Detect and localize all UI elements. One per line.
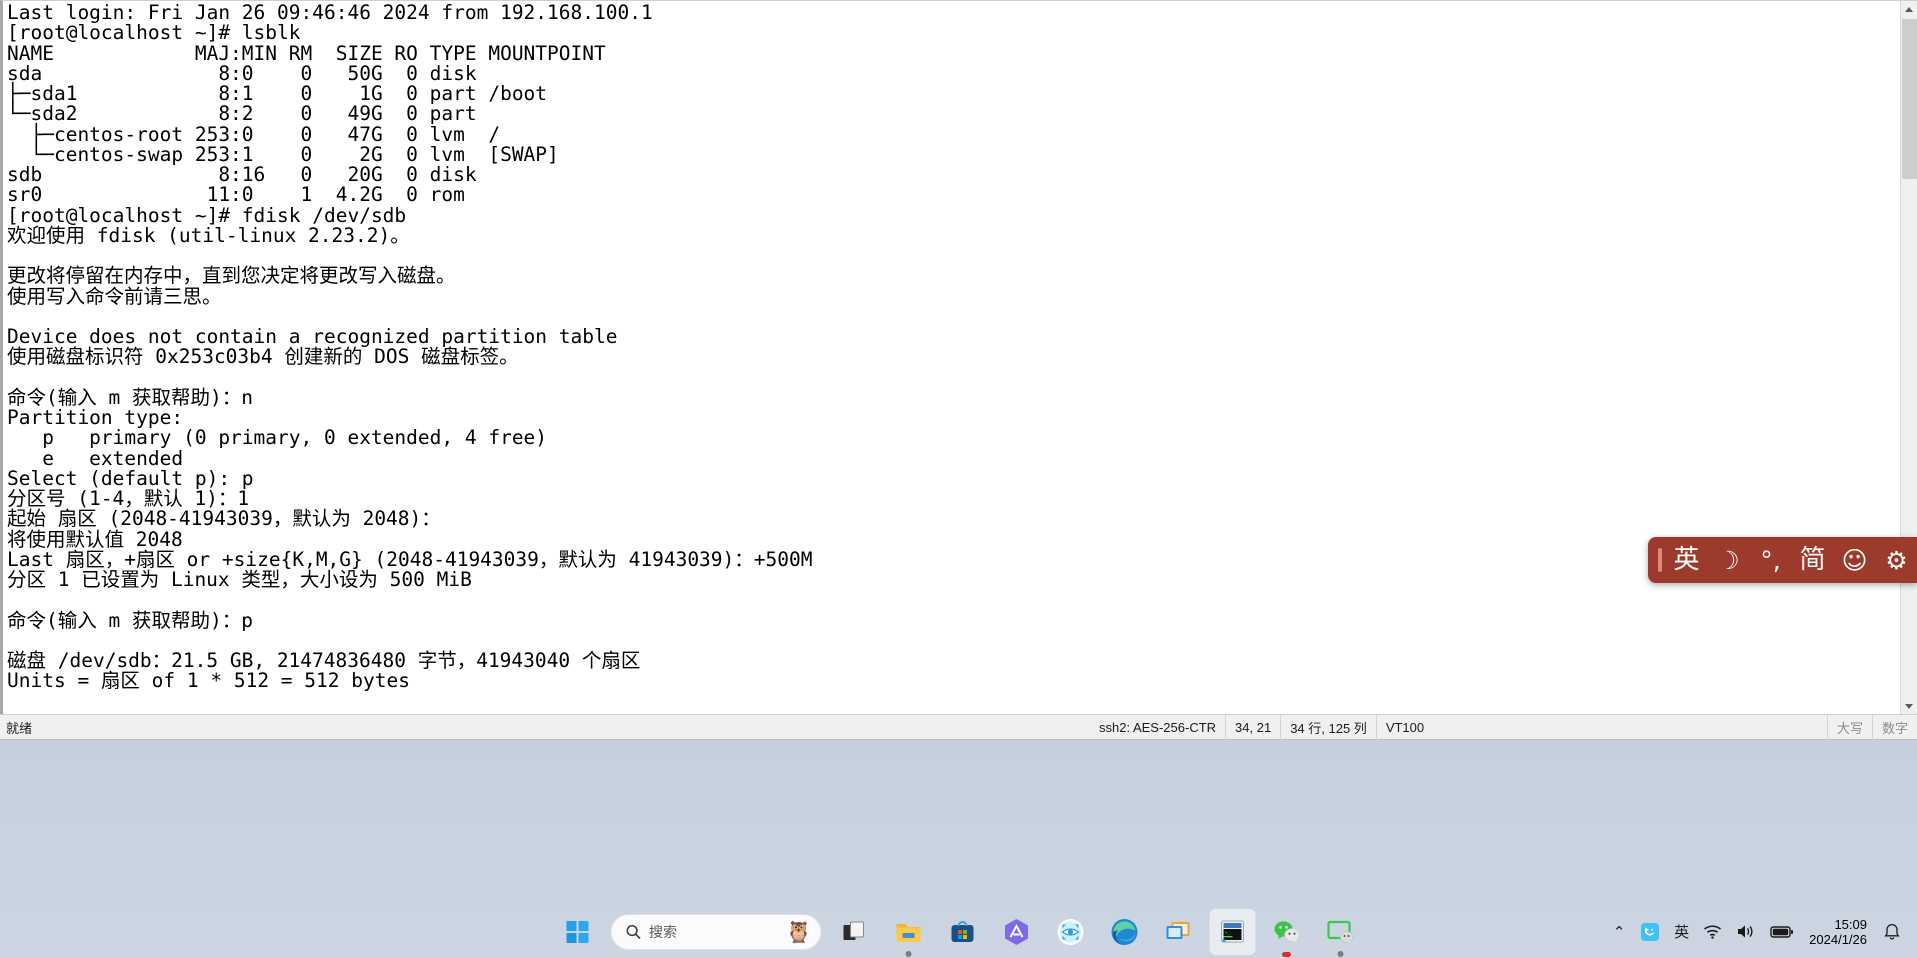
tray-wifi-icon[interactable] — [1696, 913, 1729, 951]
status-caps-lock: 大写 — [1826, 714, 1872, 740]
terminal-line: Select (default p): p — [7, 466, 254, 490]
ime-punctuation-icon[interactable]: °, — [1758, 545, 1783, 575]
terminal-line: Last 扇区，+扇区 or +size{K,M,G} (2048-419430… — [7, 547, 813, 571]
system-tray: ⌃ 英 15:09 2024/1/26 — [1605, 905, 1907, 958]
notification-bell-icon[interactable] — [1877, 913, 1907, 951]
file-explorer-icon[interactable] — [885, 909, 931, 957]
search-icon — [626, 924, 641, 939]
terminal-line: NAME MAJ:MIN RM SIZE RO TYPE MOUNTPOINT — [7, 41, 606, 65]
ime-moon-mode-icon[interactable]: ☽ — [1716, 545, 1741, 575]
xshell-terminal-icon[interactable]: >_ — [1209, 908, 1255, 955]
terminal-line: e extended — [7, 446, 184, 470]
status-ready-text: 就绪 — [6, 720, 33, 736]
ime-settings-gear-icon[interactable]: ⚙ — [1884, 545, 1909, 575]
terminal-line: 分区 1 已设置为 Linux 类型，大小设为 500 MiB — [7, 568, 472, 591]
status-cursor-position: 34, 21 — [1225, 714, 1280, 740]
status-right-group: 大写 数字 — [1826, 714, 1917, 740]
eye-scan-icon[interactable] — [1047, 909, 1093, 955]
taskbar-strip: 搜索 🦉 >_ ⌃ 英 15:09 2024/1/26 — [0, 905, 1917, 958]
clock-time: 15:09 — [1834, 916, 1867, 932]
terminal-line: └─sda2 8:2 0 49G 0 part — [7, 102, 489, 126]
scrollbar-thumb[interactable] — [1902, 19, 1917, 179]
terminal-line: [root@localhost ~]# fdisk /dev/sdb — [7, 203, 407, 227]
terminal-window[interactable]: Last login: Fri Jan 26 09:46:46 2024 fro… — [0, 0, 1917, 714]
owl-icon: 🦉 — [785, 920, 812, 944]
tray-ime-indicator[interactable]: 英 — [1667, 913, 1696, 951]
terminal-line: 使用磁盘标识符 0x253c03b4 创建新的 DOS 磁盘标签。 — [7, 345, 519, 369]
taskbar: 搜索 🦉 >_ ⌃ 英 15:09 2024/1/26 — [0, 740, 1917, 958]
terminal-line: └─centos-swap 253:1 0 2G 0 lvm [SWAP] — [7, 142, 559, 166]
taskbar-clock[interactable]: 15:09 2024/1/26 — [1801, 917, 1877, 947]
terminal-line: sr0 11:0 1 4.2G 0 rom — [7, 183, 489, 207]
terminal-line: 命令(输入 m 获取帮助)：n — [7, 385, 253, 409]
taskbar-center-group: 搜索 🦉 >_ — [550, 905, 1367, 958]
terminal-line: 欢迎使用 fdisk (util-linux 2.23.2)。 — [7, 223, 410, 247]
terminal-line: sda 8:0 0 50G 0 disk — [7, 61, 489, 85]
screen-share-running-dot — [1337, 950, 1343, 957]
screen-share-icon[interactable] — [1317, 909, 1363, 957]
terminal-output[interactable]: Last login: Fri Jan 26 09:46:46 2024 fro… — [3, 1, 1893, 714]
terminal-line: Units = 扇区 of 1 * 512 = 512 bytes — [7, 669, 410, 693]
microsoft-store-icon[interactable] — [939, 909, 985, 955]
terminal-line: p primary (0 primary, 0 extended, 4 free… — [7, 426, 548, 450]
terminal-line: sdb 8:16 0 20G 0 disk — [7, 163, 489, 186]
ime-simplified-chinese-button[interactable]: 简 — [1800, 545, 1826, 575]
ime-toolbar[interactable]: 英 ☽ °, 简 ☺ ⚙ — [1648, 537, 1917, 583]
terminal-line: 命令(输入 m 获取帮助)：p — [7, 608, 253, 632]
svg-text:>_: >_ — [1224, 931, 1230, 936]
ime-english-mode-button[interactable]: 英 — [1674, 545, 1700, 575]
scroll-down-arrow-icon[interactable] — [1901, 698, 1917, 714]
tray-ime-app-icon[interactable] — [1633, 913, 1667, 951]
start-button-icon[interactable] — [554, 909, 600, 955]
search-input[interactable]: 搜索 🦉 — [610, 913, 821, 950]
wechat-notification-dot — [1281, 951, 1291, 957]
app-purple-icon[interactable] — [993, 909, 1039, 955]
task-view-icon[interactable] — [831, 909, 877, 955]
terminal-line: ├─centos-root 253:0 0 47G 0 lvm / — [7, 122, 501, 146]
terminal-line: [root@localhost ~]# lsblk — [7, 21, 301, 45]
running-indicator-dot — [905, 950, 911, 957]
terminal-line: 使用写入命令前请三思。 — [7, 284, 222, 308]
terminal-line: 起始 扇区 (2048-41943039，默认为 2048)： — [7, 507, 441, 531]
terminal-line: 磁盘 /dev/sdb：21.5 GB, 21474836480 字节，4194… — [7, 649, 641, 672]
search-placeholder-text: 搜索 — [649, 923, 677, 940]
terminal-line: Device does not contain a recognized par… — [7, 325, 618, 348]
status-num-lock: 数字 — [1871, 714, 1917, 740]
wechat-icon[interactable] — [1263, 909, 1309, 957]
tray-battery-icon[interactable] — [1763, 913, 1801, 951]
terminal-line: 更改将停留在内存中，直到您决定将更改写入磁盘。 — [7, 264, 456, 288]
desktop-root: Last login: Fri Jan 26 09:46:46 2024 fro… — [0, 0, 1917, 958]
scroll-up-arrow-icon[interactable] — [1901, 1, 1917, 18]
remote-desktop-icon[interactable] — [1155, 909, 1201, 955]
ime-emoji-icon[interactable]: ☺ — [1841, 545, 1867, 575]
tray-volume-icon[interactable] — [1729, 913, 1763, 951]
status-cipher: ssh2: AES-256-CTR — [1099, 719, 1217, 735]
ime-drag-handle[interactable] — [1658, 548, 1662, 572]
clock-date: 2024/1/26 — [1809, 931, 1867, 947]
status-terminal-size: 34 行, 125 列 — [1280, 714, 1376, 740]
status-emulation: VT100 — [1375, 714, 1433, 740]
terminal-line: 将使用默认值 2048 — [7, 527, 183, 551]
terminal-line: 分区号 (1-4，默认 1)：1 — [7, 487, 250, 510]
status-bar: 就绪 ssh2: AES-256-CTR 34, 21 34 行, 125 列 … — [0, 714, 1917, 740]
tray-chevron-up-icon[interactable]: ⌃ — [1605, 913, 1633, 951]
terminal-line: Last login: Fri Jan 26 09:46:46 2024 fro… — [7, 1, 653, 24]
terminal-scrollbar[interactable] — [1900, 1, 1917, 714]
terminal-line: Partition type: — [7, 406, 184, 429]
microsoft-edge-icon[interactable] — [1101, 909, 1147, 955]
